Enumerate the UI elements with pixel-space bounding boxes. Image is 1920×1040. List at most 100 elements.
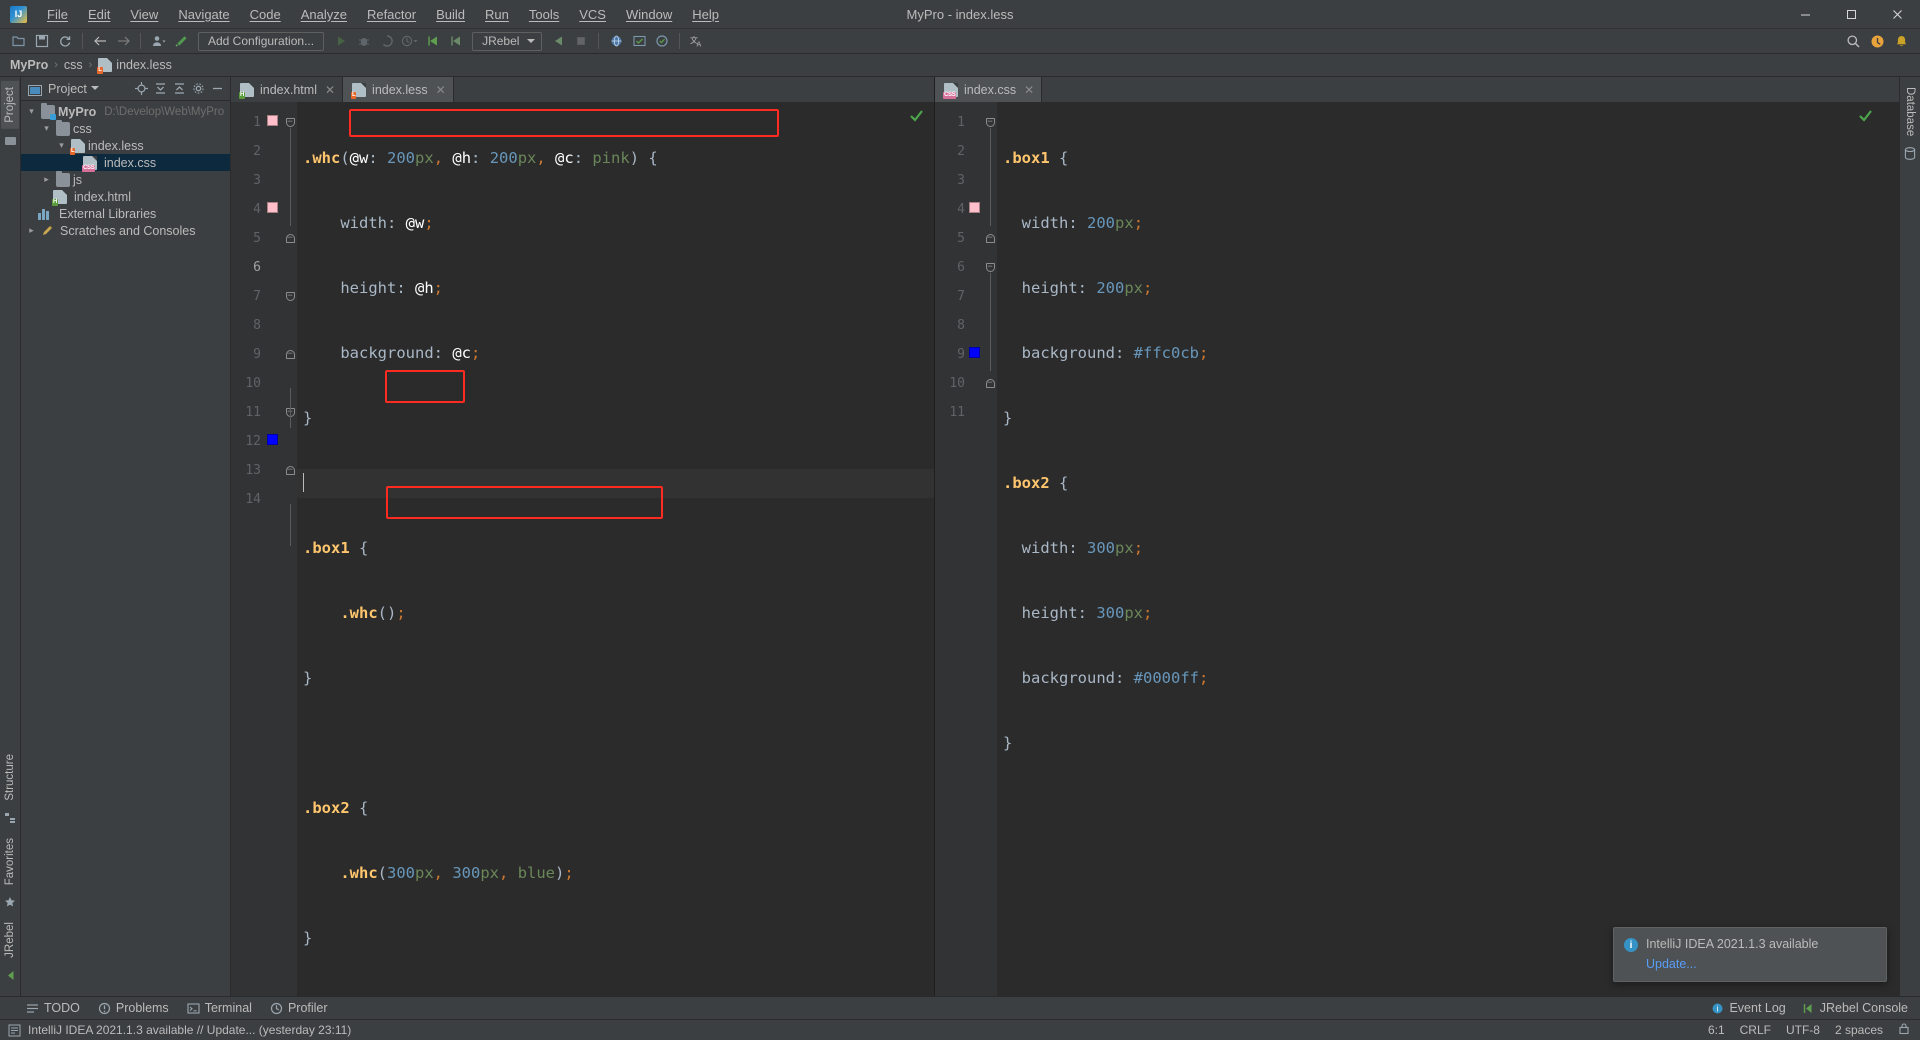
folder-open-icon[interactable] — [8, 31, 30, 52]
add-configuration-button[interactable]: Add Configuration... — [198, 31, 325, 51]
css-code-line-11[interactable] — [997, 794, 1899, 823]
editor-tab-index-html[interactable]: H index.html ✕ — [231, 77, 344, 102]
tree-node-mypro[interactable]: ▾ MyPro D:\Develop\Web\MyPro — [21, 102, 230, 120]
status-bar-message[interactable]: IntelliJ IDEA 2021.1.3 available // Upda… — [28, 1023, 351, 1037]
hammer-icon[interactable] — [170, 31, 192, 52]
breadcrumb-item-project[interactable]: MyPro — [10, 58, 48, 72]
chevron-right-icon[interactable]: ▸ — [25, 225, 38, 236]
bottom-tab-problems[interactable]: Problems — [98, 1001, 169, 1015]
tool-window-tab-jrebel[interactable]: JRebel — [1, 916, 19, 964]
css-code-line-3[interactable]: height: 200px; — [997, 274, 1899, 303]
code-line-2[interactable]: width: @w; — [297, 209, 934, 238]
tool-window-tab-structure[interactable]: Structure — [1, 748, 19, 807]
fold-marker-collapse[interactable]: − — [285, 234, 295, 243]
code-line-5[interactable]: } — [297, 404, 934, 433]
tree-node-external-libraries[interactable]: External Libraries — [21, 205, 230, 222]
css-code-line-8[interactable]: height: 300px; — [997, 599, 1899, 628]
tree-node-index-css[interactable]: CSS index.css — [21, 154, 230, 172]
debug-bug-icon[interactable] — [353, 31, 375, 52]
close-icon[interactable]: ✕ — [325, 83, 335, 97]
color-swatch-blue[interactable] — [968, 347, 980, 358]
bottom-tab-terminal[interactable]: Terminal — [187, 1001, 252, 1015]
chevron-down-icon[interactable]: ▾ — [40, 123, 53, 134]
editor-gutter-css[interactable]: 1 2 3 4 5 6 7 8 9 10 11 − − − − — [935, 102, 997, 996]
profiler-clock-icon[interactable] — [399, 31, 421, 52]
code-line-11[interactable]: .box2 { — [297, 794, 934, 823]
gutter-color-swatches-css[interactable] — [965, 108, 983, 996]
coverage-icon[interactable] — [376, 31, 398, 52]
fold-marker-collapse[interactable]: − — [285, 350, 295, 359]
gutter-fold-markers-less[interactable]: − − − − − − — [283, 108, 297, 996]
run-triangle-icon[interactable] — [330, 31, 352, 52]
breadcrumb-item-css[interactable]: css — [64, 58, 83, 72]
close-icon[interactable]: ✕ — [1024, 83, 1034, 97]
tree-node-index-html[interactable]: H index.html — [21, 188, 230, 206]
inspection-icon[interactable] — [651, 31, 673, 52]
chevron-down-icon[interactable]: ▾ — [25, 106, 38, 117]
close-button[interactable] — [1874, 0, 1920, 28]
editor-tab-index-css[interactable]: CSS index.css ✕ — [935, 77, 1043, 102]
code-line-13[interactable]: } — [297, 924, 934, 953]
tree-node-index-less[interactable]: ▾ L index.less — [21, 137, 230, 155]
fold-marker-collapse[interactable]: − — [285, 118, 295, 127]
code-line-9[interactable]: } — [297, 664, 934, 693]
jrebel-run-icon[interactable] — [422, 31, 444, 52]
bottom-tab-jrebel-console[interactable]: JRebel Console — [1802, 1001, 1908, 1015]
tool-window-tab-favorites[interactable]: Favorites — [1, 832, 19, 891]
menu-vcs[interactable]: VCS — [569, 0, 616, 28]
refresh-icon[interactable] — [54, 31, 76, 52]
color-swatch-pink[interactable] — [968, 202, 980, 213]
code-text-less[interactable]: .whc(@w: 200px, @h: 200px, @c: pink) { w… — [297, 102, 934, 996]
fold-marker-collapse[interactable]: − — [985, 118, 995, 127]
tool-window-tab-database[interactable]: Database — [1901, 81, 1919, 142]
code-text-css[interactable]: .box1 { width: 200px; height: 200px; bac… — [997, 102, 1899, 996]
validate-icon[interactable] — [628, 31, 650, 52]
code-line-6[interactable] — [297, 469, 934, 498]
menu-code[interactable]: Code — [240, 0, 291, 28]
arrow-left-icon[interactable] — [89, 31, 111, 52]
chevron-right-icon[interactable]: ▸ — [40, 174, 53, 185]
line-separator[interactable]: CRLF — [1740, 1023, 1771, 1037]
css-code-line-5[interactable]: } — [997, 404, 1899, 433]
menu-file[interactable]: File — [37, 0, 78, 28]
tree-node-css[interactable]: ▾ css — [21, 119, 230, 137]
css-code-line-6[interactable]: .box2 { — [997, 469, 1899, 498]
bottom-tab-profiler[interactable]: Profiler — [270, 1001, 328, 1015]
editor-viewport-less[interactable]: 1 2 3 4 5 6 7 8 9 10 11 12 13 14 − − − −… — [231, 102, 934, 996]
breadcrumb-item-file[interactable]: L index.less — [97, 58, 172, 74]
menu-analyze[interactable]: Analyze — [291, 0, 357, 28]
menu-tools[interactable]: Tools — [519, 0, 569, 28]
code-line-10[interactable] — [297, 729, 934, 758]
indent-setting[interactable]: 2 spaces — [1835, 1023, 1883, 1037]
code-line-12[interactable]: .whc(300px, 300px, blue); — [297, 859, 934, 888]
code-line-7[interactable]: .box1 { — [297, 534, 934, 563]
translate-icon[interactable]: 文A — [686, 31, 708, 52]
notification-update-link[interactable]: Update... — [1646, 957, 1818, 971]
css-code-line-2[interactable]: width: 200px; — [997, 209, 1899, 238]
code-line-14[interactable] — [297, 989, 934, 996]
code-line-3[interactable]: height: @h; — [297, 274, 934, 303]
inspection-ok-icon[interactable] — [909, 108, 924, 127]
caret-position[interactable]: 6:1 — [1708, 1023, 1725, 1037]
menu-edit[interactable]: Edit — [78, 0, 120, 28]
locate-icon[interactable] — [132, 80, 150, 98]
fold-marker-collapse[interactable]: − — [285, 466, 295, 475]
inspection-ok-icon[interactable] — [1858, 108, 1873, 127]
search-icon[interactable] — [1842, 31, 1864, 52]
css-code-line-1[interactable]: .box1 { — [997, 144, 1899, 173]
expand-all-icon[interactable] — [151, 80, 169, 98]
tree-node-js[interactable]: ▸ js — [21, 170, 230, 188]
css-code-line-9[interactable]: background: #0000ff; — [997, 664, 1899, 693]
settings-gear-icon[interactable] — [189, 80, 207, 98]
code-line-8[interactable]: .whc(); — [297, 599, 934, 628]
close-icon[interactable]: ✕ — [436, 83, 446, 97]
jrebel-debug-icon[interactable] — [445, 31, 467, 52]
minimize-button[interactable] — [1782, 0, 1828, 28]
user-profile-icon[interactable] — [147, 31, 169, 52]
menu-run[interactable]: Run — [475, 0, 519, 28]
chevron-down-icon[interactable]: ▾ — [55, 140, 68, 151]
fold-marker-collapse[interactable]: − — [985, 263, 995, 272]
editor-gutter-less[interactable]: 1 2 3 4 5 6 7 8 9 10 11 12 13 14 − − − −… — [231, 102, 297, 996]
menu-refactor[interactable]: Refactor — [357, 0, 426, 28]
css-code-line-7[interactable]: width: 300px; — [997, 534, 1899, 563]
